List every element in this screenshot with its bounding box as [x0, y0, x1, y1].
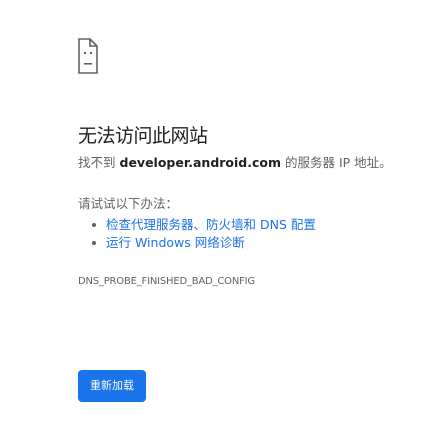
suggestion-network-diagnostics: 运行 Windows 网络诊断 [92, 234, 438, 252]
error-content: 无法访问此网站 找不到 developer.android.com 的服务器 I… [78, 38, 438, 288]
suggestions-list: 检查代理服务器、防火墙和 DNS 配置 运行 Windows 网络诊断 [78, 216, 438, 252]
error-description: 找不到 developer.android.com 的服务器 IP 地址。 [78, 155, 438, 171]
suggestions-label: 请试试以下办法： [78, 196, 179, 211]
error-code: DNS_PROBE_FINISHED_BAD_CONFIG [78, 276, 255, 287]
check-proxy-link[interactable]: 检查代理服务器、防火墙和 DNS 配置 [106, 217, 316, 232]
network-diagnostics-link[interactable]: 运行 Windows 网络诊断 [106, 235, 245, 250]
suggestion-check-proxy: 检查代理服务器、防火墙和 DNS 配置 [92, 216, 438, 234]
reload-button[interactable]: 重新加载 [78, 370, 146, 402]
description-prefix: 找不到 [78, 155, 116, 170]
host-name: developer.android.com [119, 155, 282, 170]
description-suffix: 的服务器 IP 地址。 [285, 155, 392, 170]
sad-page-icon [78, 38, 110, 78]
page-title: 无法访问此网站 [78, 125, 208, 147]
